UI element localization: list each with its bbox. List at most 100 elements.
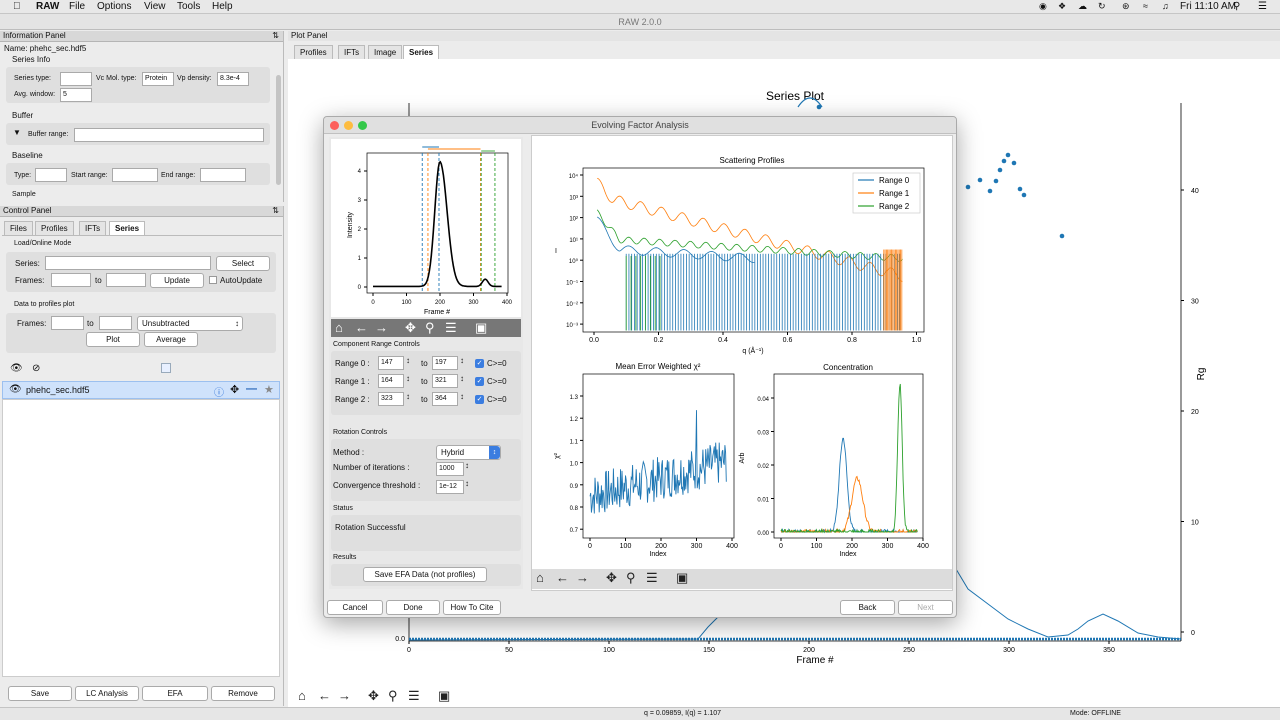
range-end-2[interactable]: 364 [432,392,458,406]
profile-frames-end[interactable] [99,316,132,330]
drive-icon[interactable]: ☁ [1078,1,1087,12]
efa-button[interactable]: EFA [142,686,208,701]
zoom-icon[interactable]: ⚲ [388,688,398,704]
tab-profiles[interactable]: Profiles [294,45,333,59]
zoom-icon[interactable]: ⚲ [425,320,435,336]
start-field[interactable] [112,168,158,182]
series-type-field[interactable] [60,72,92,86]
pan-icon[interactable]: ✥ [606,570,617,586]
spotlight-icon[interactable]: ⚲ [1233,1,1240,12]
nonneg-checkbox-0[interactable]: ✓ [475,359,484,368]
vc-field[interactable]: Protein [142,72,174,86]
range-end-stepper-0[interactable]: ↕ [460,356,464,365]
dropbox-icon[interactable]: ❖ [1058,1,1066,12]
collapse-icon[interactable] [161,363,171,373]
forward-arrow-icon[interactable]: → [576,570,589,585]
info-icon[interactable]: ⓘ [214,384,224,399]
pan-icon[interactable]: ✥ [405,320,416,336]
info-scrollbar[interactable] [276,75,281,185]
forward-arrow-icon[interactable]: → [338,688,351,703]
line-icon[interactable]: — [246,383,257,395]
menu-help[interactable]: Help [212,1,233,12]
save-figure-icon[interactable]: ▣ [676,570,688,586]
save-figure-icon[interactable]: ▣ [475,320,487,336]
frame-selector-plot[interactable]: 0 100 200 300 40001234 Frame # Intensity [331,139,521,317]
done-button[interactable]: Done [386,600,440,615]
timemachine-icon[interactable]: ↻ [1098,1,1106,12]
how-to-cite-button[interactable]: How To Cite [443,600,501,615]
home-icon[interactable]: ⌂ [536,570,544,585]
back-arrow-icon[interactable]: ← [355,320,368,335]
buffer-range-field[interactable] [74,128,264,142]
efa-figure[interactable]: Scattering Profiles 0.0 0.2 0.4 0.6 0.8 1.0 10… [532,136,954,572]
menu-file[interactable]: File [69,1,85,12]
back-arrow-icon[interactable]: ← [556,570,569,585]
plot-button[interactable]: Plot [86,332,140,347]
range-start-1[interactable]: 164 [378,374,404,388]
zoom-icon[interactable]: ⚲ [626,570,636,586]
forward-arrow-icon[interactable]: → [375,320,388,335]
convergence-stepper[interactable]: ↕ [465,479,469,488]
series-field[interactable] [45,256,211,270]
pin-icon[interactable]: ⇅ [272,206,279,216]
next-button[interactable]: Next [898,600,953,615]
menu-app[interactable]: RAW [36,1,59,12]
range-end-stepper-2[interactable]: ↕ [460,392,464,401]
lc-analysis-button[interactable]: LC Analysis [75,686,139,701]
configure-icon[interactable]: ☰ [646,570,658,586]
update-button[interactable]: Update [150,273,204,288]
range-start-stepper-1[interactable]: ↕ [406,374,410,383]
home-icon[interactable]: ⌂ [298,688,306,703]
range-end-0[interactable]: 197 [432,356,458,370]
select-button[interactable]: Select [216,256,270,271]
tab-series[interactable]: Series [109,221,146,235]
tab-ifts[interactable]: IFTs [338,45,366,59]
tab-files[interactable]: Files [4,221,33,235]
record-icon[interactable]: ◉ [1039,1,1047,12]
save-button[interactable]: Save [8,686,72,701]
tab-image[interactable]: Image [368,45,403,59]
frames-end-field[interactable] [106,273,146,287]
average-button[interactable]: Average [144,332,198,347]
tab-profiles[interactable]: Profiles [35,221,74,235]
apple-icon[interactable]:  [13,1,21,12]
remove-button[interactable]: Remove [211,686,275,701]
range-start-stepper-2[interactable]: ↕ [406,392,410,401]
menu-tools[interactable]: Tools [177,1,200,12]
vp-field[interactable]: 8.3e-4 [217,72,249,86]
tab-series[interactable]: Series [403,45,440,59]
show-all-icon[interactable]: 👁 [10,363,23,374]
frames-start-field[interactable] [51,273,91,287]
range-start-2[interactable]: 323 [378,392,404,406]
save-efa-button[interactable]: Save EFA Data (not profiles) [363,567,487,582]
end-field[interactable] [200,168,246,182]
menu-options[interactable]: Options [97,1,131,12]
configure-icon[interactable]: ☰ [408,688,420,704]
cancel-button[interactable]: Cancel [327,600,383,615]
menu-view[interactable]: View [144,1,166,12]
move-icon[interactable]: ✥ [230,383,239,396]
autoupdate-checkbox[interactable] [209,276,217,284]
range-start-stepper-0[interactable]: ↕ [406,356,410,365]
tab-ifts[interactable]: IFTs [79,221,107,235]
iterations-field[interactable]: 1000 [436,462,464,476]
pan-icon[interactable]: ✥ [368,688,379,704]
type-field[interactable] [35,168,67,182]
iterations-stepper[interactable]: ↕ [465,461,469,470]
chevron-down-icon[interactable]: ▼ [13,128,21,137]
clock[interactable]: Fri 11:10 AM [1180,1,1236,12]
list-item[interactable]: 👁 phehc_sec.hdf5 ⓘ ✥ — ★ [2,381,280,399]
home-icon[interactable]: ⌂ [335,320,343,335]
profile-frames-start[interactable] [51,316,84,330]
range-end-1[interactable]: 321 [432,374,458,388]
wifi-icon[interactable]: ≈ [1143,1,1148,11]
notification-icon[interactable]: ☰ [1258,1,1267,12]
method-dropdown[interactable]: Hybrid ↕ [436,445,501,460]
convergence-field[interactable]: 1e-12 [436,480,464,494]
back-arrow-icon[interactable]: ← [318,688,331,703]
back-button[interactable]: Back [840,600,895,615]
nonneg-checkbox-1[interactable]: ✓ [475,377,484,386]
save-figure-icon[interactable]: ▣ [438,688,450,704]
visible-icon[interactable]: 👁 [9,384,22,395]
star-icon[interactable]: ★ [264,383,274,396]
